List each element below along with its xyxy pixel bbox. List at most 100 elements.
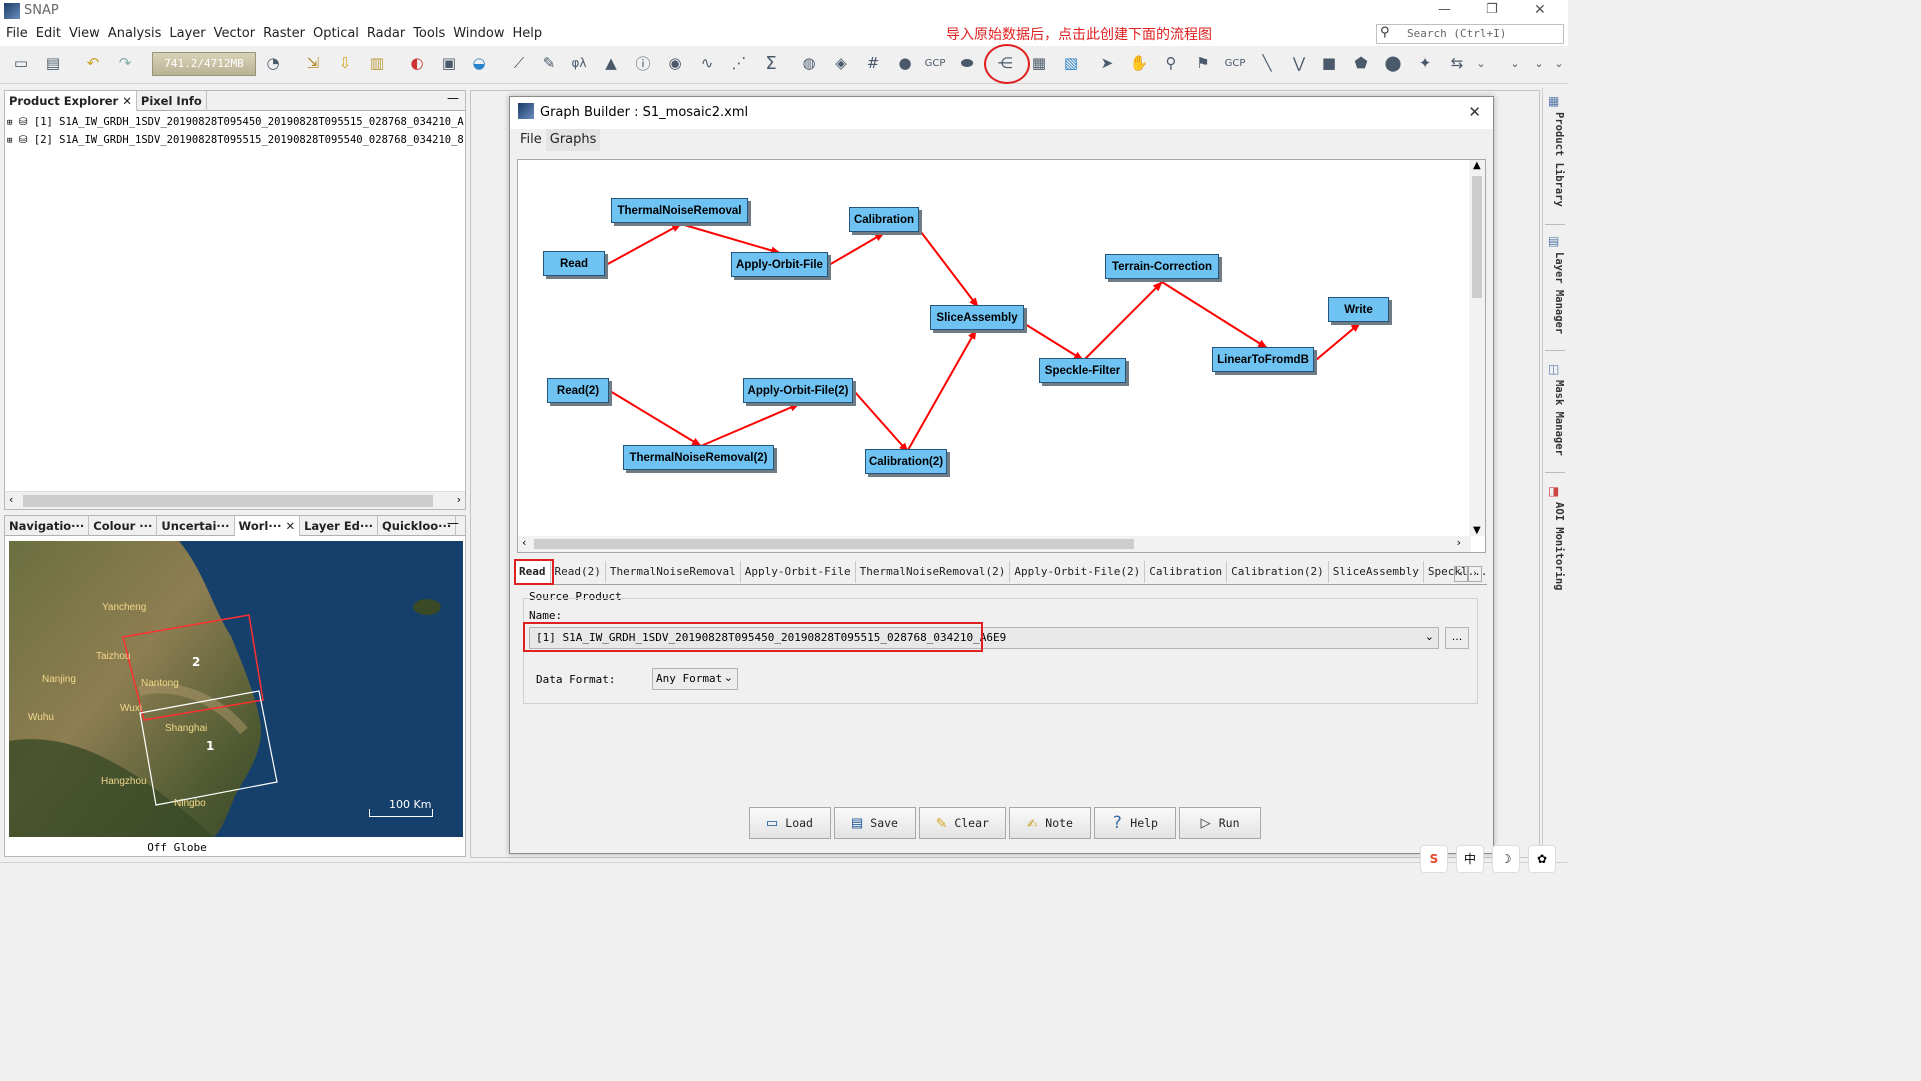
gb-menu-graphs[interactable]: Graphs [545, 129, 601, 151]
search-field[interactable]: ⚲ Search (Ctrl+I) [1376, 24, 1564, 44]
expand-icon[interactable]: ⊞ [7, 118, 12, 128]
scrollbar-thumb[interactable] [23, 495, 433, 507]
graph-node-apply-orbit-file[interactable]: Apply-Orbit-File [731, 252, 828, 277]
graph-node-write[interactable]: Write [1328, 297, 1389, 322]
radar-tool-3-icon[interactable]: ● [892, 50, 918, 76]
line-tool-icon[interactable]: ╲ [1254, 50, 1280, 76]
clear-button[interactable]: ✎ Clear [919, 807, 1006, 839]
minimize-button[interactable]: — [1438, 2, 1451, 17]
batch-processing-icon[interactable]: ▦ [1026, 50, 1052, 76]
menu-window[interactable]: Window [449, 22, 508, 46]
rgb-icon[interactable]: ◐ [404, 50, 430, 76]
minimize-panel-icon[interactable]: — [447, 91, 459, 105]
close-icon[interactable]: ✕ [285, 519, 295, 533]
restore-button[interactable]: ❐ [1486, 2, 1498, 17]
scatter-plot-icon[interactable]: ⋰ [726, 50, 752, 76]
close-window-button[interactable]: ✕ [1534, 2, 1546, 18]
menu-optical[interactable]: Optical [309, 22, 363, 46]
menu-file[interactable]: File [2, 22, 32, 46]
layers-icon[interactable]: ▣ [436, 50, 462, 76]
sogou-icon[interactable]: S [1420, 845, 1448, 873]
scroll-up-icon[interactable]: ▲ [1473, 160, 1481, 171]
sidebar-layer-manager[interactable]: Layer Manager [1545, 252, 1565, 334]
globe-icon[interactable]: ◒ [466, 50, 492, 76]
tab-node-calibration-2[interactable]: Calibration(2) [1227, 561, 1329, 583]
graph-node-calibration[interactable]: Calibration [849, 207, 919, 232]
spectrum-icon[interactable]: φλ [566, 50, 592, 76]
product-tree-item[interactable]: ⊞ ⛁ [1] S1A_IW_GRDH_1SDV_20190828T095450… [7, 113, 464, 132]
minimize-panel-icon[interactable]: — [447, 516, 459, 530]
canvas-vertical-scrollbar[interactable]: ▲ ▼ [1469, 160, 1485, 536]
tab-quicklook[interactable]: Quickloo··· [378, 516, 457, 536]
scrollbar-thumb[interactable] [1472, 176, 1482, 298]
toolbar-overflow-4-icon[interactable]: ⌄ [1546, 50, 1572, 76]
menu-tools[interactable]: Tools [409, 22, 449, 46]
ellipse-tool-icon[interactable]: ⬤ [1380, 50, 1406, 76]
browse-button[interactable]: ... [1445, 627, 1469, 649]
pin-tool-icon[interactable]: ⚑ [1190, 50, 1216, 76]
note-button[interactable]: ✍ Note [1009, 807, 1091, 839]
canvas-horizontal-scrollbar[interactable]: ‹ › [518, 536, 1471, 552]
tab-node-thermal-noise-removal[interactable]: ThermalNoiseRemoval [606, 561, 741, 583]
tab-scroll-right-icon[interactable]: › [1468, 566, 1482, 582]
help-button[interactable]: ? Help [1094, 807, 1176, 839]
dialog-close-button[interactable]: ✕ [1468, 103, 1481, 121]
profile-plot-icon[interactable]: ⟋ [506, 50, 532, 76]
graph-node-linear-to-from-db[interactable]: LinearToFromdB [1212, 347, 1314, 372]
menu-radar[interactable]: Radar [363, 22, 409, 46]
open-product-icon[interactable]: ▭ [8, 50, 34, 76]
save-button[interactable]: ▤ Save [834, 807, 916, 839]
tab-node-apply-orbit-file-2[interactable]: Apply-Orbit-File(2) [1010, 561, 1146, 583]
sidebar-aoi-monitoring[interactable]: AOI Monitoring [1545, 502, 1565, 591]
radar-tool-4-icon[interactable]: ⬬ [954, 50, 980, 76]
menu-help[interactable]: Help [509, 22, 547, 46]
band-maths-icon[interactable]: ▥ [364, 50, 390, 76]
gcp-icon[interactable]: GCP [922, 50, 948, 76]
wave-icon[interactable]: ∿ [694, 50, 720, 76]
graph-node-calibration-2[interactable]: Calibration(2) [865, 449, 947, 474]
tab-scroll-left-icon[interactable]: ‹ [1454, 566, 1468, 582]
world-map[interactable]: Yancheng Taizhou Nanjing Nantong Wuxi Wu… [9, 541, 463, 837]
polygon-tool-icon[interactable]: ⬟ [1348, 50, 1374, 76]
sum-icon[interactable]: Σ [758, 50, 784, 76]
edit-icon[interactable]: ✎ [536, 50, 562, 76]
tab-node-slice-assembly[interactable]: SliceAssembly [1329, 561, 1424, 583]
expand-icon[interactable]: ⊞ [7, 136, 12, 146]
graph-node-slice-assembly[interactable]: SliceAssembly [930, 305, 1024, 330]
radar-tool-2-icon[interactable]: ◈ [828, 50, 854, 76]
chevron-down-icon[interactable]: ⌄ [724, 671, 733, 684]
save-product-icon[interactable]: ▤ [40, 50, 66, 76]
load-button[interactable]: ▭ Load [749, 807, 831, 839]
graph-node-read-2[interactable]: Read(2) [547, 378, 609, 403]
moon-icon[interactable]: ☽ [1492, 845, 1520, 873]
run-button[interactable]: ▷ Run [1179, 807, 1261, 839]
sidebar-product-library[interactable]: Product Library [1545, 112, 1565, 207]
graph-node-read[interactable]: Read [543, 251, 605, 276]
chevron-down-icon[interactable]: ⌄ [1425, 630, 1434, 643]
scroll-down-icon[interactable]: ▼ [1473, 525, 1481, 536]
pan-tool-icon[interactable]: ✋ [1126, 50, 1152, 76]
polyline-tool-icon[interactable]: ⋁ [1286, 50, 1312, 76]
undo-icon[interactable]: ↶ [80, 50, 106, 76]
tab-navigation[interactable]: Navigatio··· [5, 516, 90, 536]
skin-icon[interactable]: ✿ [1528, 845, 1556, 873]
gb-menu-file[interactable]: File [516, 129, 546, 151]
menu-view[interactable]: View [65, 22, 104, 46]
menu-vector[interactable]: Vector [210, 22, 259, 46]
tab-node-calibration[interactable]: Calibration [1145, 561, 1228, 583]
scroll-right-icon[interactable]: › [457, 493, 461, 506]
histogram-icon[interactable]: ▲ [598, 50, 624, 76]
graph-node-speckle-filter[interactable]: Speckle-Filter [1039, 358, 1126, 383]
batch-run-icon[interactable]: ▧ [1058, 50, 1084, 76]
tab-colour[interactable]: Colour ··· [89, 516, 158, 536]
information-icon[interactable]: ⓘ [630, 50, 656, 76]
menu-analysis[interactable]: Analysis [104, 22, 166, 46]
toolbar-overflow-icon[interactable]: ⌄ [1468, 50, 1494, 76]
menu-raster[interactable]: Raster [259, 22, 309, 46]
scrollbar-thumb[interactable] [534, 539, 1134, 549]
select-tool-icon[interactable]: ➤ [1094, 50, 1120, 76]
scroll-left-icon[interactable]: ‹ [9, 493, 13, 506]
tab-uncertainty[interactable]: Uncertai··· [157, 516, 235, 536]
close-icon[interactable]: ✕ [122, 94, 132, 108]
tab-node-thermal-noise-removal-2[interactable]: ThermalNoiseRemoval(2) [856, 561, 1011, 583]
